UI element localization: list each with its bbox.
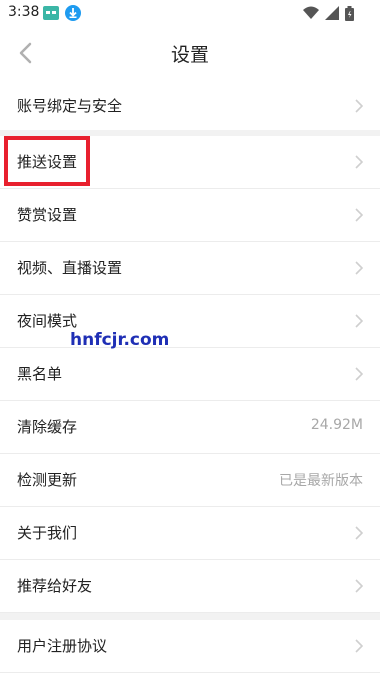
watermark-text: hnfcjr.com (70, 330, 170, 350)
page-title: 设置 (170, 44, 209, 66)
cache-size-value: 24.92M (310, 417, 363, 433)
signal-icon (325, 6, 339, 20)
settings-item-label: 用户注册协议 (17, 637, 108, 655)
chevron-right-icon (355, 579, 364, 593)
settings-item-label: 赞赏设置 (17, 206, 78, 224)
settings-item-label: 关于我们 (17, 524, 78, 542)
wifi-icon (303, 6, 319, 19)
chevron-right-icon (355, 208, 364, 222)
settings-item-label: 检测更新 (17, 471, 78, 489)
settings-item-check-update[interactable]: 检测更新 已是最新版本 (0, 454, 380, 507)
chevron-right-icon (355, 155, 364, 169)
app-header: 设置 (0, 26, 380, 80)
chevron-right-icon (355, 314, 364, 328)
settings-item-label: 黑名单 (17, 365, 63, 383)
settings-item-night-mode[interactable]: 夜间模式 (0, 295, 380, 348)
update-status-value: 已是最新版本 (279, 473, 363, 489)
status-bar: 3:38 (0, 0, 380, 26)
status-time: 3:38 (8, 4, 40, 20)
settings-item-label: 账号绑定与安全 (17, 97, 123, 115)
chevron-right-icon (355, 261, 364, 275)
download-icon (65, 5, 81, 21)
app-notification-icon (43, 6, 59, 20)
section-divider (0, 613, 380, 620)
settings-item-user-agreement[interactable]: 用户注册协议 (0, 620, 380, 673)
settings-item-label: 清除缓存 (17, 418, 78, 436)
battery-icon (345, 5, 354, 21)
highlight-box (4, 136, 90, 186)
chevron-right-icon (355, 639, 364, 653)
settings-item-label: 视频、直播设置 (17, 259, 123, 277)
chevron-right-icon (355, 526, 364, 540)
settings-item-about-us[interactable]: 关于我们 (0, 507, 380, 560)
status-icons (303, 5, 354, 21)
settings-item-clear-cache[interactable]: 清除缓存 24.92M (0, 401, 380, 454)
settings-item-video-live[interactable]: 视频、直播设置 (0, 242, 380, 295)
settings-item-blacklist[interactable]: 黑名单 (0, 348, 380, 401)
settings-item-recommend[interactable]: 推荐给好友 (0, 560, 380, 613)
settings-item-label: 推荐给好友 (17, 577, 93, 595)
chevron-right-icon (355, 99, 364, 113)
settings-item-account-security[interactable]: 账号绑定与安全 (0, 80, 380, 133)
settings-item-reward[interactable]: 赞赏设置 (0, 189, 380, 242)
settings-item-label: 夜间模式 (17, 312, 78, 330)
chevron-right-icon (355, 367, 364, 381)
